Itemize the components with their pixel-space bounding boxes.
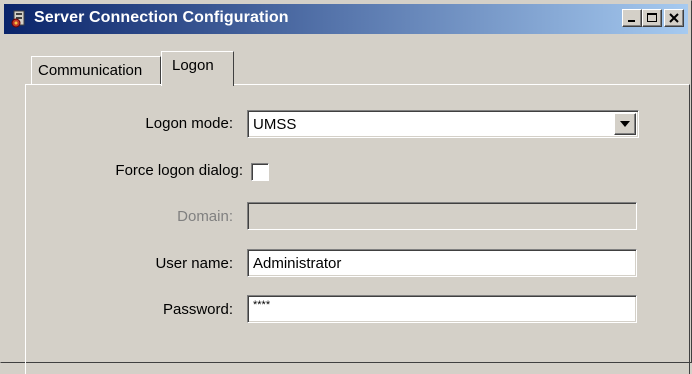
domain-label: Domain:: [177, 208, 233, 225]
user-name-field[interactable]: Administrator: [247, 249, 637, 277]
chevron-down-icon: [620, 121, 630, 127]
password-label: Password:: [162, 301, 233, 318]
server-config-icon: [11, 10, 25, 28]
minimize-button[interactable]: [622, 9, 642, 27]
close-button[interactable]: [664, 9, 684, 27]
force-logon-dialog-label: Force logon dialog:: [115, 162, 243, 179]
maximize-icon: [647, 13, 657, 22]
maximize-button[interactable]: [642, 9, 662, 27]
domain-field[interactable]: [247, 202, 637, 230]
window-title: Server Connection Configuration: [34, 9, 289, 26]
logon-mode-value: UMSS: [253, 116, 297, 133]
password-field[interactable]: ****: [247, 295, 637, 323]
tab-logon-label: Logon: [172, 57, 214, 74]
tab-communication[interactable]: Communication: [31, 56, 161, 84]
server-connection-window: Server Connection Configuration Communic…: [0, 0, 692, 374]
logon-mode-select[interactable]: UMSS: [247, 110, 639, 138]
user-name-label: User name:: [155, 255, 233, 272]
logon-mode-label: Logon mode:: [145, 115, 233, 132]
tab-communication-label: Communication: [38, 62, 143, 79]
close-icon: [669, 13, 679, 23]
password-value: ****: [253, 299, 271, 311]
minimize-icon: [628, 20, 635, 22]
force-logon-dialog-checkbox[interactable]: [251, 163, 269, 181]
user-name-value: Administrator: [253, 255, 342, 272]
tab-logon[interactable]: Logon: [161, 51, 234, 86]
title-bar[interactable]: Server Connection Configuration: [4, 4, 688, 34]
logon-mode-dropdown-button[interactable]: [614, 113, 636, 135]
